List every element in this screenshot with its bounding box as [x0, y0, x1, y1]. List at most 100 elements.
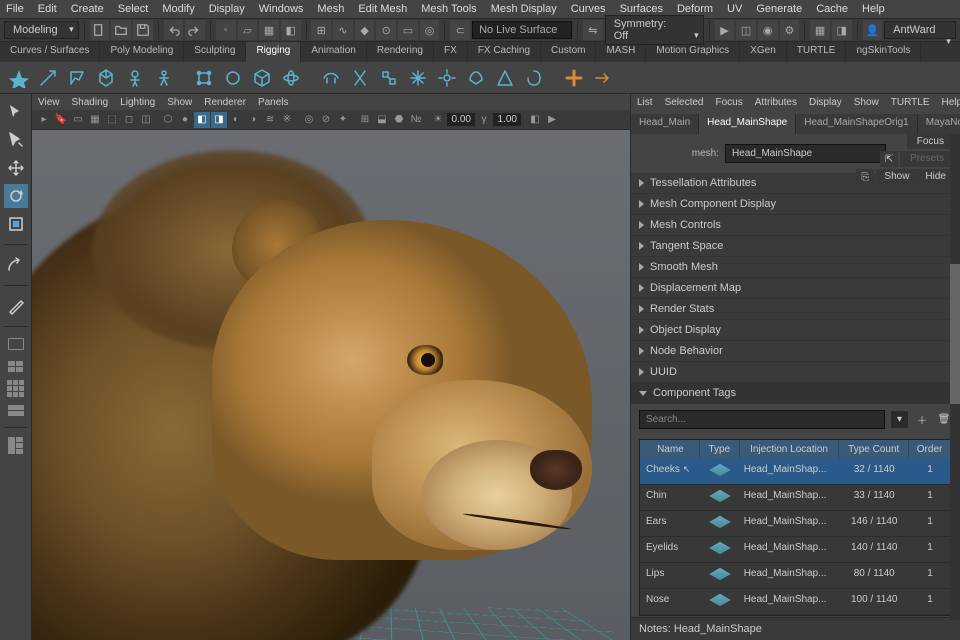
exposure-value[interactable]: 0.00 [447, 113, 475, 126]
shelf-icon[interactable] [35, 65, 61, 91]
attr-section[interactable]: UUID [631, 362, 960, 383]
shelftab-turtle[interactable]: TURTLE [787, 42, 847, 62]
menu-cache[interactable]: Cache [816, 3, 848, 15]
textured-icon[interactable]: ◧ [194, 112, 210, 128]
attr-menu-turtle[interactable]: TURTLE [891, 97, 930, 108]
menu-deform[interactable]: Deform [677, 3, 713, 15]
undo-icon[interactable] [164, 20, 184, 40]
attr-menu-show[interactable]: Show [854, 97, 879, 108]
table-row[interactable]: Cheeks ↖Head_MainShap...32 / 11401 [640, 459, 951, 485]
open-scene-icon[interactable] [111, 20, 131, 40]
menu-select[interactable]: Select [118, 3, 149, 15]
menu-uv[interactable]: UV [727, 3, 742, 15]
menu-windows[interactable]: Windows [259, 3, 304, 15]
resolution-gate-icon[interactable]: ◻ [121, 112, 137, 128]
layout-single[interactable] [4, 335, 28, 353]
attr-section[interactable]: Node Behavior [631, 341, 960, 362]
menu-surfaces[interactable]: Surfaces [620, 3, 663, 15]
shelftab-poly-modeling[interactable]: Poly Modeling [100, 42, 184, 62]
panelmenu-renderer[interactable]: Renderer [204, 97, 246, 108]
panelmenu-lighting[interactable]: Lighting [120, 97, 155, 108]
shaded-icon[interactable]: ● [177, 112, 193, 128]
snap-point-icon[interactable]: ◆ [355, 20, 375, 40]
table-header[interactable]: Order [909, 440, 951, 459]
bookmark-icon[interactable]: 🔖 [53, 112, 69, 128]
table-row[interactable]: EyelidsHead_MainShap...140 / 11401 [640, 537, 951, 563]
shelf-icon[interactable] [278, 65, 304, 91]
menu-modify[interactable]: Modify [162, 3, 194, 15]
table-row[interactable]: ChinHead_MainShap...33 / 11401 [640, 485, 951, 511]
shelftab-sculpting[interactable]: Sculpting [184, 42, 246, 62]
attr-section[interactable]: Smooth Mesh [631, 257, 960, 278]
shelf-icon[interactable] [492, 65, 518, 91]
menu-file[interactable]: File [6, 3, 24, 15]
node-tab[interactable]: Head_MainShapeOrig1 [796, 114, 918, 134]
attr-menu-selected[interactable]: Selected [665, 97, 704, 108]
toggle-panel-icon[interactable]: ◨ [832, 20, 852, 40]
brush-tool[interactable] [4, 294, 28, 318]
snap-curve-icon[interactable]: ∿ [333, 20, 353, 40]
table-row[interactable]: NoseHead_MainShap...100 / 11401 [640, 589, 951, 615]
snap-live-icon[interactable]: ◎ [420, 20, 440, 40]
lights-icon[interactable]: ◨ [211, 112, 227, 128]
film-gate-icon[interactable]: ⬚ [104, 112, 120, 128]
attr-section-component-tags[interactable]: Component Tags [631, 383, 960, 404]
motion-blur-icon[interactable]: ≋ [262, 112, 278, 128]
scrollbar-thumb[interactable] [950, 264, 960, 404]
shelf-icon[interactable] [376, 65, 402, 91]
select-object-icon[interactable]: ◧ [281, 20, 301, 40]
menu-mesh-display[interactable]: Mesh Display [491, 3, 557, 15]
gamma-value[interactable]: 1.00 [493, 113, 521, 126]
hide-button[interactable]: Hide [917, 169, 954, 185]
shelf-icon[interactable] [93, 65, 119, 91]
select-vertex-icon[interactable]: ◦ [216, 20, 236, 40]
wireframe-on-shaded-icon[interactable]: ⬣ [391, 112, 407, 128]
menu-generate[interactable]: Generate [756, 3, 802, 15]
shelftab-fx[interactable]: FX [434, 42, 468, 62]
show-button[interactable]: Show [876, 169, 917, 185]
shelf-icon[interactable] [405, 65, 431, 91]
shelftab-mash[interactable]: MASH [596, 42, 646, 62]
shelf-icon[interactable] [249, 65, 275, 91]
shelftab-custom[interactable]: Custom [541, 42, 596, 62]
lasso-tool[interactable] [4, 128, 28, 152]
snap-grid-icon[interactable]: ⊞ [311, 20, 331, 40]
snap-plane-icon[interactable]: ▭ [398, 20, 418, 40]
table-row[interactable]: LipsHead_MainShap...80 / 11401 [640, 563, 951, 589]
exposure-icon[interactable]: ☀ [430, 112, 446, 128]
shelftab-rigging[interactable]: Rigging [246, 42, 301, 62]
shelf-icon[interactable] [521, 65, 547, 91]
panelmenu-panels[interactable]: Panels [258, 97, 289, 108]
shelf-icon[interactable] [434, 65, 460, 91]
scale-tool[interactable] [4, 212, 28, 236]
focus-button[interactable]: Focus [907, 134, 954, 149]
shelf-icon[interactable] [590, 65, 616, 91]
table-header[interactable]: Type Count [839, 440, 909, 459]
snap-center-icon[interactable]: ⊙ [376, 20, 396, 40]
symmetry-icon[interactable]: ⇋ [583, 20, 603, 40]
isolate-icon[interactable]: ◎ [301, 112, 317, 128]
attr-menu-help[interactable]: Help [942, 97, 960, 108]
shelf-icon[interactable] [561, 65, 587, 91]
attr-section[interactable]: Render Stats [631, 299, 960, 320]
panelmenu-shading[interactable]: Shading [72, 97, 109, 108]
render-settings-icon[interactable]: ⚙ [780, 20, 800, 40]
menu-help[interactable]: Help [862, 3, 885, 15]
new-scene-icon[interactable] [90, 20, 110, 40]
shelftab-motion-graphics[interactable]: Motion Graphics [646, 42, 740, 62]
table-header[interactable]: Type [700, 440, 740, 459]
menu-edit-mesh[interactable]: Edit Mesh [358, 3, 407, 15]
attr-section[interactable]: Displacement Map [631, 278, 960, 299]
image-plane-icon[interactable]: ▭ [70, 112, 86, 128]
shelf-icon[interactable] [151, 65, 177, 91]
last-tool[interactable] [4, 253, 28, 277]
attr-section[interactable]: Mesh Component Display [631, 194, 960, 215]
notes-section[interactable]: Notes: Head_MainShape [631, 617, 960, 640]
shelftab-curves-surfaces[interactable]: Curves / Surfaces [0, 42, 100, 62]
aa-icon[interactable]: ※ [279, 112, 295, 128]
attr-menu-list[interactable]: List [637, 97, 653, 108]
move-tool[interactable] [4, 156, 28, 180]
table-row[interactable]: EarsHead_MainShap...146 / 11401 [640, 511, 951, 537]
shelf-icon[interactable] [318, 65, 344, 91]
hud-icon[interactable]: ⬓ [374, 112, 390, 128]
